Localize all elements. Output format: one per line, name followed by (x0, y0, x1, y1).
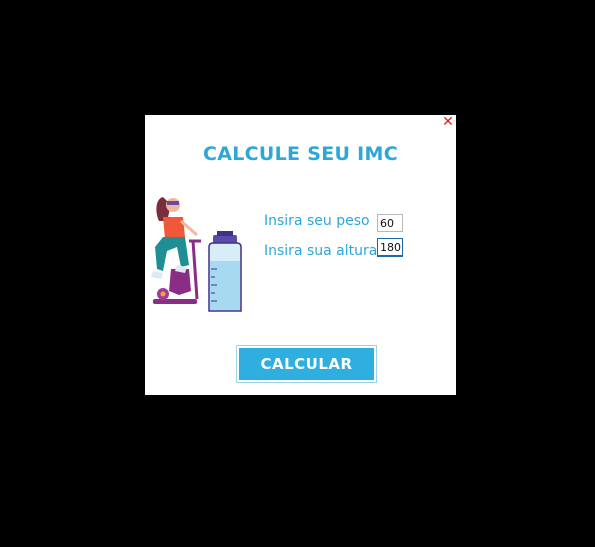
close-icon[interactable]: ✕ (441, 115, 455, 129)
weight-input[interactable] (377, 214, 403, 232)
height-label: Insira sua altura (264, 243, 378, 259)
fitness-illustration (151, 197, 242, 312)
bmi-dialog: ✕ CALCULE SEU IMC Insira seu peso 60 Ins… (145, 115, 456, 395)
height-input[interactable] (377, 238, 403, 257)
calculate-button[interactable]: CALCULAR (236, 345, 377, 383)
woman-icon (151, 197, 198, 279)
water-bottle-icon (208, 231, 242, 312)
weight-label: Insira seu peso (264, 213, 370, 229)
dialog-title: CALCULE SEU IMC (203, 143, 398, 165)
